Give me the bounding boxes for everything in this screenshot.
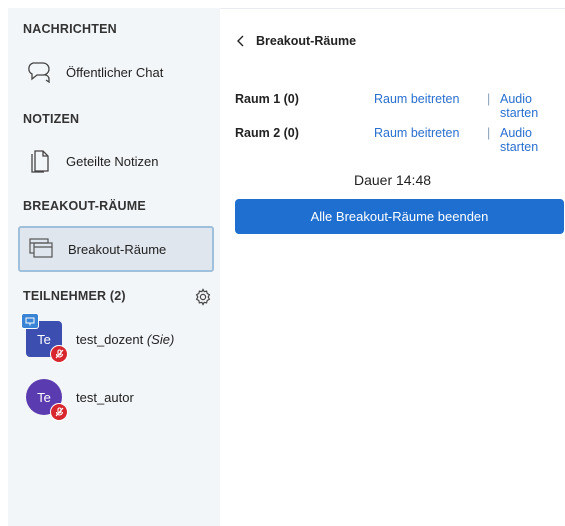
sidebar-item-label: Öffentlicher Chat xyxy=(66,64,164,80)
separator: | xyxy=(487,92,491,106)
notes-icon xyxy=(26,147,54,175)
breakout-panel: Breakout-Räume Raum 1 (0) Raum beitreten… xyxy=(220,8,565,526)
section-title-messages: NACHRICHTEN xyxy=(23,22,117,36)
end-all-breakout-rooms-button[interactable]: Alle Breakout-Räume beenden xyxy=(235,199,564,234)
avatar: Te xyxy=(26,379,68,421)
start-audio-link[interactable]: Audio starten xyxy=(500,126,565,154)
avatar-initials: Te xyxy=(37,331,51,347)
sidebar-item-breakout-rooms[interactable]: Breakout-Räume xyxy=(18,226,214,272)
participant-item[interactable]: Te test_autor xyxy=(18,374,218,421)
duration-label: Dauer 14:48 xyxy=(353,172,432,188)
participant-self-tag: (Sie) xyxy=(146,331,175,347)
back-button[interactable]: Breakout-Räume xyxy=(236,34,356,48)
room-row: Raum 2 (0) Raum beitreten | Audio starte… xyxy=(235,126,565,154)
join-room-link[interactable]: Raum beitreten xyxy=(374,126,459,140)
sidebar-item-shared-notes[interactable]: Geteilte Notizen xyxy=(18,139,214,183)
start-audio-link[interactable]: Audio starten xyxy=(500,92,565,120)
sidebar: NACHRICHTEN Öffentlicher Chat NOTIZEN Ge… xyxy=(8,8,220,526)
chat-icon xyxy=(26,58,54,86)
section-title-notes: NOTIZEN xyxy=(23,112,80,126)
muted-mic-icon xyxy=(50,345,68,363)
sidebar-item-label: Breakout-Räume xyxy=(68,241,167,257)
participant-name: test_autor xyxy=(76,389,134,405)
room-name: Raum 1 (0) xyxy=(235,92,299,106)
sidebar-item-label: Geteilte Notizen xyxy=(66,153,159,169)
room-row: Raum 1 (0) Raum beitreten | Audio starte… xyxy=(235,92,565,120)
section-title-breakout: BREAKOUT-RÄUME xyxy=(23,199,146,213)
gear-icon[interactable] xyxy=(194,288,212,306)
participant-item[interactable]: Te test_dozent (Sie) xyxy=(18,313,218,363)
separator: | xyxy=(487,126,491,140)
back-label: Breakout-Räume xyxy=(256,34,357,48)
participant-name-text: test_dozent xyxy=(76,331,144,347)
sidebar-item-public-chat[interactable]: Öffentlicher Chat xyxy=(18,50,214,94)
join-room-link[interactable]: Raum beitreten xyxy=(374,92,459,106)
avatar-initials: Te xyxy=(37,389,51,405)
participant-name: test_dozent (Sie) xyxy=(76,332,174,347)
breakout-rooms-icon xyxy=(28,235,56,263)
chevron-left-icon xyxy=(237,35,244,47)
presenter-icon xyxy=(21,313,39,329)
section-title-participants: TEILNEHMER (2) xyxy=(23,289,126,303)
room-name: Raum 2 (0) xyxy=(235,126,299,140)
muted-mic-icon xyxy=(50,403,68,421)
avatar: Te xyxy=(21,313,68,363)
